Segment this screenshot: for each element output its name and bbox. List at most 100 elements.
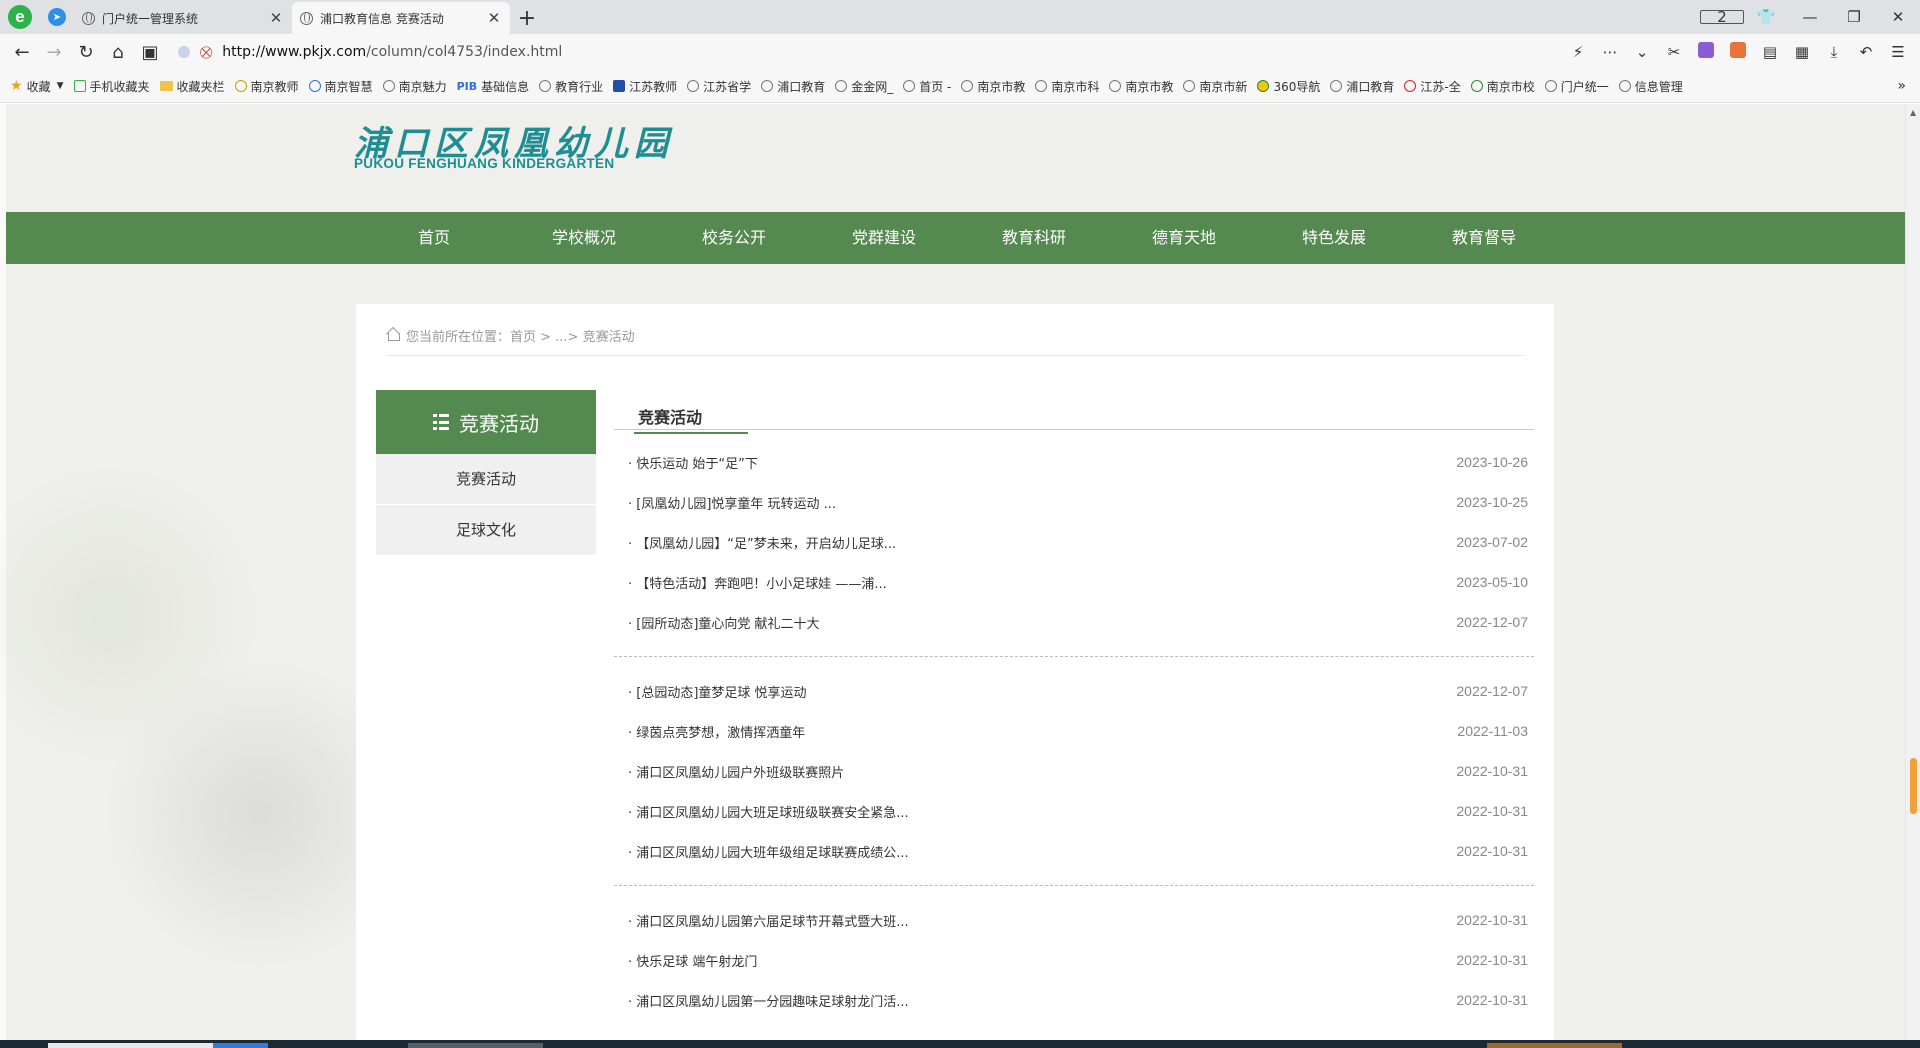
list-item[interactable]: 快乐运动 始于“足”下 2023-10-26 <box>614 442 1534 482</box>
article-title-link[interactable]: 浦口区凤凰幼儿园户外班级联赛照片 <box>628 762 844 781</box>
close-window-button[interactable]: ✕ <box>1876 8 1920 26</box>
bookmark-item[interactable]: 南京市校 <box>1470 78 1535 95</box>
nav-item-supervision[interactable]: 教育督导 <box>1409 212 1559 264</box>
list-item[interactable]: 绿茵点亮梦想，激情挥洒童年 2022-11-03 <box>614 711 1534 751</box>
home-button[interactable]: ⌂ <box>102 37 134 67</box>
sidebar-item-football-culture[interactable]: 足球文化 <box>376 505 596 556</box>
insecure-icon[interactable]: ⛒ <box>200 45 212 60</box>
bookmark-item[interactable]: 江苏教师 <box>613 78 677 95</box>
browser-tab-active[interactable]: 浦口教育信息 竞赛活动 ✕ <box>292 2 510 34</box>
back-button[interactable]: ← <box>6 37 38 67</box>
bookmark-favorites[interactable]: ★ 收藏 ▼ <box>10 78 64 95</box>
bookmark-item[interactable]: 南京市教 <box>1109 78 1173 95</box>
bookmark-item[interactable]: 信息管理 <box>1618 78 1683 95</box>
article-title-link[interactable]: 【特色活动】奔跑吧！小小足球娃 ——浦... <box>628 573 887 592</box>
bookmark-item[interactable]: 南京教师 <box>234 78 299 95</box>
article-title-link[interactable]: 快乐足球 端午射龙门 <box>628 951 757 970</box>
list-item[interactable]: [园所动态]童心向党 献礼二十大 2022-12-07 <box>614 602 1534 642</box>
article-title-link[interactable]: [园所动态]童心向党 献礼二十大 <box>628 613 819 632</box>
list-item[interactable]: 浦口区凤凰幼儿园户外班级联赛照片 2022-10-31 <box>614 751 1534 791</box>
list-item[interactable]: 浦口区凤凰幼儿园第六届足球节开幕式暨大班... 2022-10-31 <box>614 900 1534 940</box>
scrollbar-thumb[interactable] <box>1910 758 1917 814</box>
article-title-link[interactable]: 快乐运动 始于“足”下 <box>628 453 758 472</box>
briefcase-icon[interactable]: ▣ <box>134 37 166 67</box>
list-item[interactable]: 【凤凰幼儿园】“足”梦未来，开启幼儿足球... 2023-07-02 <box>614 522 1534 562</box>
bookmark-item[interactable]: 门户统一 <box>1544 78 1609 95</box>
bookmark-item[interactable]: 南京魅力 <box>382 78 447 95</box>
taskbar-item[interactable] <box>1487 1043 1622 1048</box>
bookmark-item[interactable]: 手机收藏夹 <box>73 78 150 95</box>
article-title-link[interactable]: 浦口区凤凰幼儿园第六届足球节开幕式暨大班... <box>628 911 908 930</box>
nav-item-school-overview[interactable]: 学校概况 <box>509 212 659 264</box>
minimize-button[interactable]: — <box>1788 8 1832 26</box>
tab-count-icon[interactable]: 2 <box>1700 8 1744 26</box>
bookmark-item[interactable]: 南京市新 <box>1183 78 1247 95</box>
menu-icon[interactable]: ☰ <box>1882 43 1914 61</box>
article-title-link[interactable]: 绿茵点亮梦想，激情挥洒童年 <box>628 722 805 741</box>
bookmark-folder[interactable]: 收藏夹栏 <box>159 78 225 95</box>
browser-logo-icon[interactable]: e <box>0 0 40 34</box>
nav-item-home[interactable]: 首页 <box>359 212 509 264</box>
bookmark-item[interactable]: 南京智慧 <box>308 78 373 95</box>
game-icon[interactable] <box>1722 42 1754 62</box>
list-item[interactable]: 快乐足球 端午射龙门 2022-10-31 <box>614 940 1534 980</box>
breadcrumb-text[interactable]: 您当前所在位置：首页 > ...> 竞赛活动 <box>406 326 635 345</box>
restore-button[interactable]: ❐ <box>1832 8 1876 26</box>
extension-icon[interactable] <box>1690 42 1722 62</box>
nav-item-school-affairs[interactable]: 校务公开 <box>659 212 809 264</box>
bookmark-item[interactable]: 教育行业 <box>539 78 603 95</box>
nav-item-research[interactable]: 教育科研 <box>959 212 1109 264</box>
browser-tab[interactable]: 门户统一管理系统 ✕ <box>74 2 292 34</box>
url-text[interactable]: http://www.pkjx.com/column/col4753/index… <box>222 44 562 60</box>
scissors-icon[interactable]: ✂ <box>1658 43 1690 61</box>
bookmark-item[interactable]: 首页 - <box>903 78 951 95</box>
download-icon[interactable]: ⤓ <box>1818 43 1850 61</box>
article-title-link[interactable]: 浦口区凤凰幼儿园大班年级组足球联赛成绩公... <box>628 842 908 861</box>
sidebar-icon[interactable]: ▤ <box>1754 43 1786 61</box>
chevron-right-icon[interactable]: » <box>1897 78 1906 94</box>
bookmark-item[interactable]: 江苏省学 <box>687 78 751 95</box>
article-title-link[interactable]: [总园动态]童梦足球 悦享运动 <box>628 682 806 701</box>
skin-icon[interactable]: 👕 <box>1744 8 1788 26</box>
article-title-link[interactable]: 【凤凰幼儿园】“足”梦未来，开启幼儿足球... <box>628 533 896 552</box>
caret-down-icon[interactable]: ▼ <box>57 81 64 91</box>
bookmark-item[interactable]: 金金网_ <box>835 78 893 95</box>
taskbar-item[interactable] <box>213 1043 268 1048</box>
list-item[interactable]: 浦口区凤凰幼儿园大班足球班级联赛安全紧急... 2022-10-31 <box>614 791 1534 831</box>
bookmark-item[interactable]: 浦口教育 <box>1330 78 1394 95</box>
nav-item-moral-education[interactable]: 德育天地 <box>1109 212 1259 264</box>
more-icon[interactable]: ⋯ <box>1594 43 1626 61</box>
chevron-down-icon[interactable]: ⌄ <box>1626 43 1658 61</box>
article-title-link[interactable]: 浦口区凤凰幼儿园第一分园趣味足球射龙门活... <box>628 991 908 1010</box>
sidebar-item-competitions[interactable]: 竞赛活动 <box>376 454 596 505</box>
taskbar-item[interactable] <box>48 1043 213 1048</box>
bookmark-item[interactable]: 南京市教 <box>961 78 1025 95</box>
article-title-link[interactable]: 浦口区凤凰幼儿园大班足球班级联赛安全紧急... <box>628 802 908 821</box>
apps-grid-icon[interactable]: ▦ <box>1786 43 1818 61</box>
nav-item-party-building[interactable]: 党群建设 <box>809 212 959 264</box>
list-item[interactable]: 浦口区凤凰幼儿园大班年级组足球联赛成绩公... 2022-10-31 <box>614 831 1534 871</box>
forward-button[interactable]: → <box>38 37 70 67</box>
bookmark-item[interactable]: 360导航 <box>1257 78 1320 95</box>
list-item[interactable]: [总园动态]童梦足球 悦享运动 2022-12-07 <box>614 671 1534 711</box>
url-bar[interactable]: ⛒ http://www.pkjx.com/column/col4753/ind… <box>178 38 1562 66</box>
taskbar-item[interactable] <box>408 1043 543 1048</box>
reload-button[interactable]: ↻ <box>70 37 102 67</box>
scroll-up-icon[interactable]: ▲ <box>1910 108 1916 117</box>
bookmark-item[interactable]: 浦口教育 <box>761 78 825 95</box>
article-title-link[interactable]: [凤凰幼儿园]悦享童年 玩转运动 ... <box>628 493 836 512</box>
bookmark-item[interactable]: PIB 基础信息 <box>457 78 530 95</box>
list-item[interactable]: 【特色活动】奔跑吧！小小足球娃 ——浦... 2023-05-10 <box>614 562 1534 602</box>
bookmark-item[interactable]: 江苏-全 <box>1404 78 1461 95</box>
new-tab-button[interactable]: + <box>510 2 544 34</box>
undo-icon[interactable]: ↶ <box>1850 43 1882 61</box>
pinned-tab-icon[interactable]: ➤ <box>40 0 74 34</box>
list-item[interactable]: 浦口区凤凰幼儿园第一分园趣味足球射龙门活... 2022-10-31 <box>614 980 1534 1020</box>
lightning-icon[interactable]: ⚡ <box>1562 43 1594 61</box>
page-scrollbar[interactable]: ▲ <box>1905 104 1920 1040</box>
close-icon[interactable]: ✕ <box>486 9 502 27</box>
site-info-icon[interactable] <box>178 46 190 58</box>
close-icon[interactable]: ✕ <box>268 9 284 27</box>
nav-item-special-development[interactable]: 特色发展 <box>1259 212 1409 264</box>
list-item[interactable]: [凤凰幼儿园]悦享童年 玩转运动 ... 2023-10-25 <box>614 482 1534 522</box>
